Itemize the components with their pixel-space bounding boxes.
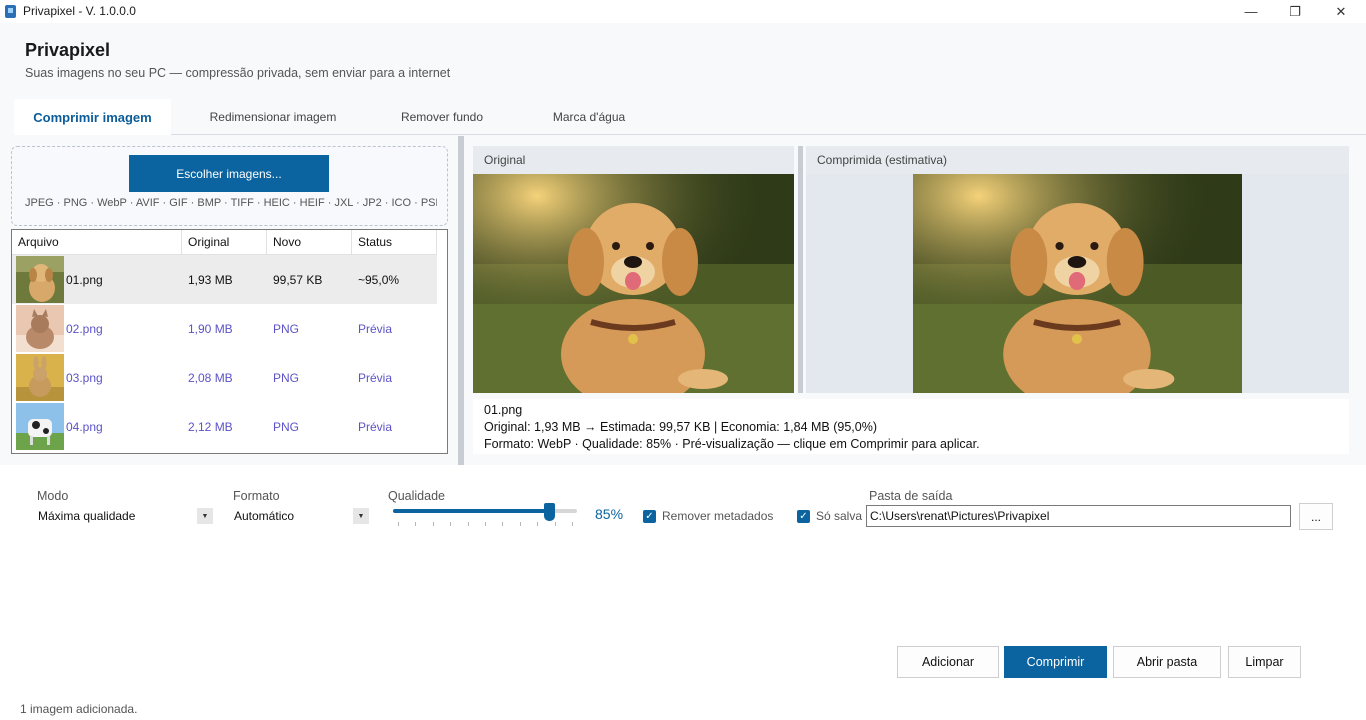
original-size: 1,93 MB: [188, 272, 233, 287]
quality-value: 85%: [595, 506, 624, 522]
new-size: PNG: [273, 321, 300, 336]
slider-tick: [554, 522, 556, 526]
quality-slider-thumb[interactable]: [543, 503, 555, 521]
mode-select[interactable]: Máxima qualidade ▼: [36, 505, 213, 527]
mode-value: Máxima qualidade: [38, 509, 136, 523]
panel-splitter[interactable]: [458, 136, 464, 465]
add-button[interactable]: Adicionar: [897, 646, 999, 678]
slider-tick: [502, 522, 504, 526]
slider-tick: [519, 522, 521, 526]
table-row[interactable]: 01.png 1,93 MB 99,57 KB ~95,0%: [12, 255, 437, 304]
cat-thumb: [16, 305, 64, 352]
info-format-summary: Formato: WebP · Qualidade: 85% · Pré-vis…: [484, 437, 980, 451]
choose-images-button[interactable]: Escolher imagens...: [129, 155, 329, 192]
compressed-panel-title: Comprimida (estimativa): [806, 146, 1349, 174]
save-only-checkbox[interactable]: ✓: [797, 510, 810, 523]
app-name: Privapixel: [25, 40, 111, 60]
supported-formats: JPEG · PNG · WebP · AVIF · GIF · BMP · T…: [25, 197, 437, 209]
clear-button[interactable]: Limpar: [1228, 646, 1301, 678]
original-panel-title: Original: [473, 146, 794, 174]
new-size: PNG: [273, 419, 300, 434]
compressed-preview: [806, 174, 1349, 393]
quality-label: Qualidade: [388, 489, 445, 503]
slider-tick: [398, 522, 399, 526]
tab-compress[interactable]: Comprimir imagem: [14, 99, 171, 135]
file-name: 02.png: [66, 321, 103, 336]
info-file-name: 01.png: [484, 403, 523, 417]
chevron-down-icon: ▼: [353, 508, 369, 524]
dog-photo-original: [473, 174, 794, 393]
original-preview: [473, 174, 794, 393]
app-logo-icon: [5, 5, 16, 18]
status: Prévia: [358, 321, 393, 336]
slider-tick: [415, 522, 417, 526]
tab-resize[interactable]: Redimensionar imagem: [190, 99, 356, 135]
tab-remove-background[interactable]: Remover fundo: [382, 99, 502, 135]
mode-label: Modo: [37, 489, 69, 503]
rabbit-thumb: [16, 354, 64, 401]
slider-tick: [432, 522, 434, 526]
dog-thumb: [16, 256, 64, 303]
maximize-button[interactable]: ❐: [1272, 0, 1318, 23]
new-size: 99,57 KB: [273, 272, 323, 287]
column-header-new[interactable]: Novo: [267, 230, 352, 255]
compress-button[interactable]: Comprimir: [1004, 646, 1107, 678]
remove-metadata-checkbox[interactable]: ✓: [643, 510, 656, 523]
app-subtitle: Suas imagens no seu PC — compressão priv…: [25, 66, 451, 80]
file-name: 04.png: [66, 419, 103, 434]
chevron-down-icon: ▼: [197, 508, 213, 524]
save-only-label[interactable]: Só salva: [816, 509, 862, 523]
new-size: PNG: [273, 370, 300, 385]
status: Prévia: [358, 370, 393, 385]
status-bar-text: 1 imagem adicionada.: [20, 702, 138, 716]
status: Prévia: [358, 419, 393, 434]
preview-splitter[interactable]: [798, 146, 803, 393]
output-folder-label: Pasta de saída: [869, 489, 953, 503]
info-size-summary: Original: 1,93 MB → Estimada: 99,57 KB |…: [484, 420, 878, 434]
preview-info: 01.png Original: 1,93 MB → Estimada: 99,…: [473, 399, 1349, 454]
output-folder-input[interactable]: [866, 505, 1291, 527]
tab-bar: Comprimir imagem Redimensionar imagem Re…: [0, 99, 1366, 135]
table-row[interactable]: 03.png 2,08 MB PNG Prévia: [12, 353, 437, 402]
format-value: Automático: [234, 509, 295, 523]
column-header-file[interactable]: Arquivo: [12, 230, 182, 255]
open-folder-button[interactable]: Abrir pasta: [1113, 646, 1221, 678]
title-bar: Privapixel - V. 1.0.0.0 — ❐ ✕: [0, 0, 1366, 23]
format-select[interactable]: Automático ▼: [232, 505, 369, 527]
original-size: 1,90 MB: [188, 321, 233, 336]
slider-tick: [485, 522, 486, 526]
file-name: 01.png: [66, 272, 103, 287]
browse-folder-button[interactable]: ...: [1299, 503, 1333, 530]
tab-watermark[interactable]: Marca d'água: [530, 99, 648, 135]
cow-thumb: [16, 403, 64, 450]
original-size: 2,12 MB: [188, 419, 233, 434]
window-title: Privapixel - V. 1.0.0.0: [23, 4, 136, 18]
status: ~95,0%: [358, 272, 400, 287]
slider-tick: [450, 522, 452, 526]
dog-photo-compressed: [913, 174, 1242, 393]
file-name: 03.png: [66, 370, 103, 385]
close-button[interactable]: ✕: [1318, 0, 1364, 23]
slider-tick: [467, 522, 469, 526]
column-header-original[interactable]: Original: [182, 230, 267, 255]
column-header-status[interactable]: Status: [352, 230, 437, 255]
table-row[interactable]: 02.png 1,90 MB PNG Prévia: [12, 304, 437, 353]
format-label: Formato: [233, 489, 280, 503]
remove-metadata-label[interactable]: Remover metadados: [662, 509, 773, 523]
quality-slider-fill: [393, 509, 550, 513]
file-table[interactable]: Arquivo Original Novo Status 01.png 1,93…: [11, 229, 448, 454]
slider-tick: [537, 522, 539, 526]
table-row[interactable]: 04.png 2,12 MB PNG Prévia: [12, 402, 437, 451]
slider-tick: [572, 522, 573, 526]
minimize-button[interactable]: —: [1228, 0, 1274, 23]
original-size: 2,08 MB: [188, 370, 233, 385]
